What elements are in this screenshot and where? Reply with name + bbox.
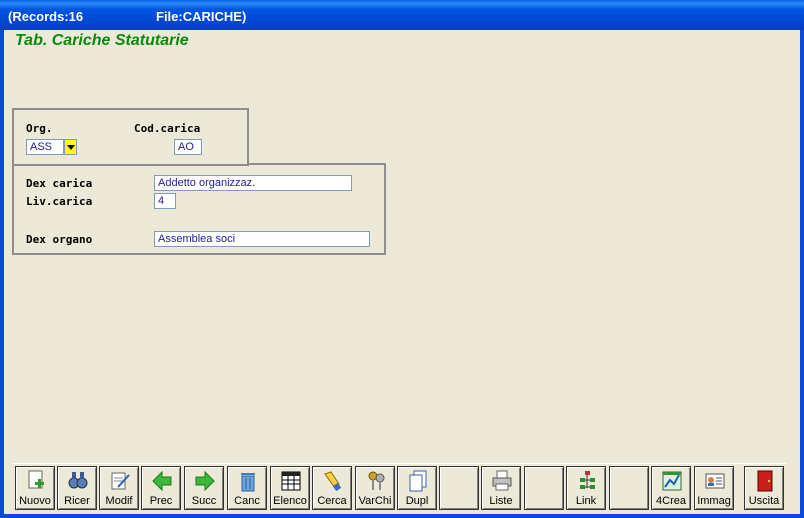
window-frame-bottom	[0, 514, 804, 518]
prec-label: Prec	[149, 495, 173, 507]
arrow-left-icon	[152, 470, 172, 492]
crea-label: 4Crea	[656, 495, 686, 507]
modif-label: Modif	[105, 495, 133, 507]
arrow-right-icon	[195, 470, 215, 492]
chart-create-icon	[662, 471, 682, 491]
keys-icon	[368, 471, 385, 490]
ricer-button[interactable]: Ricer	[57, 466, 97, 510]
tree-link-icon	[580, 471, 595, 489]
id-card-icon	[705, 473, 725, 489]
link-label: Link	[575, 495, 597, 507]
file-name: File:CARICHE)	[156, 9, 247, 24]
trash-icon	[241, 473, 255, 492]
immag-label: Immag	[697, 495, 731, 507]
canc-button[interactable]: Canc	[227, 466, 267, 510]
succ-label: Succ	[191, 495, 217, 507]
ricer-label: Ricer	[64, 495, 90, 507]
dex-organo-label: Dex organo	[26, 233, 93, 246]
succ-button[interactable]: Succ	[184, 466, 224, 510]
cerca-button[interactable]: Cerca	[312, 466, 352, 510]
window-frame-left	[0, 30, 4, 518]
dupl-button[interactable]: Dupl	[397, 466, 437, 510]
binoculars-icon	[68, 472, 88, 489]
cerca-label: Cerca	[317, 495, 347, 507]
org-dropdown-button[interactable]	[64, 139, 77, 155]
cod-carica-label: Cod.carica	[134, 122, 201, 135]
dex-carica-field[interactable]: Addetto organizzaz.	[154, 175, 352, 191]
table-list-icon	[281, 471, 301, 491]
empty-button-2[interactable]	[524, 466, 564, 510]
new-document-icon	[28, 470, 44, 489]
org-label: Org.	[26, 122, 53, 135]
canc-label: Canc	[234, 495, 260, 507]
liv-carica-label: Liv.carica	[26, 195, 93, 208]
key-panel	[12, 108, 249, 166]
window-titlebar: (Records:16 File:CARICHE)	[0, 0, 804, 30]
varchi-button[interactable]: VarChi	[355, 466, 395, 510]
empty-button-1[interactable]	[439, 466, 479, 510]
liste-button[interactable]: Liste	[481, 466, 521, 510]
page-title: Tab. Cariche Statutarie	[15, 32, 189, 49]
varchi-label: VarChi	[358, 495, 392, 507]
nuovo-label: Nuovo	[19, 495, 51, 507]
immag-button[interactable]: Immag	[694, 466, 734, 510]
dupl-label: Dupl	[405, 495, 429, 507]
uscita-label: Uscita	[748, 495, 780, 507]
empty-button-3[interactable]	[609, 466, 649, 510]
liv-carica-field[interactable]: 4	[154, 193, 176, 209]
flashlight-icon	[324, 471, 342, 492]
dex-carica-label: Dex carica	[26, 177, 93, 190]
window-frame-right	[800, 30, 804, 518]
elenco-label: Elenco	[273, 495, 307, 507]
link-button[interactable]: Link	[566, 466, 606, 510]
org-select[interactable]: ASS	[26, 139, 64, 155]
prec-button[interactable]: Prec	[141, 466, 181, 510]
dex-organo-field[interactable]: Assemblea soci	[154, 231, 370, 247]
modif-button[interactable]: Modif	[99, 466, 139, 510]
exit-door-icon	[757, 470, 773, 492]
crea-button[interactable]: 4Crea	[651, 466, 691, 510]
records-count: (Records:16	[8, 9, 84, 24]
uscita-button[interactable]: Uscita	[744, 466, 784, 510]
duplicate-icon	[409, 470, 427, 492]
cod-carica-field[interactable]: AO	[174, 139, 202, 155]
nuovo-button[interactable]: Nuovo	[15, 466, 55, 510]
printer-icon	[492, 470, 512, 491]
edit-document-icon	[111, 472, 130, 490]
liste-label: Liste	[489, 495, 513, 507]
elenco-button[interactable]: Elenco	[270, 466, 310, 510]
